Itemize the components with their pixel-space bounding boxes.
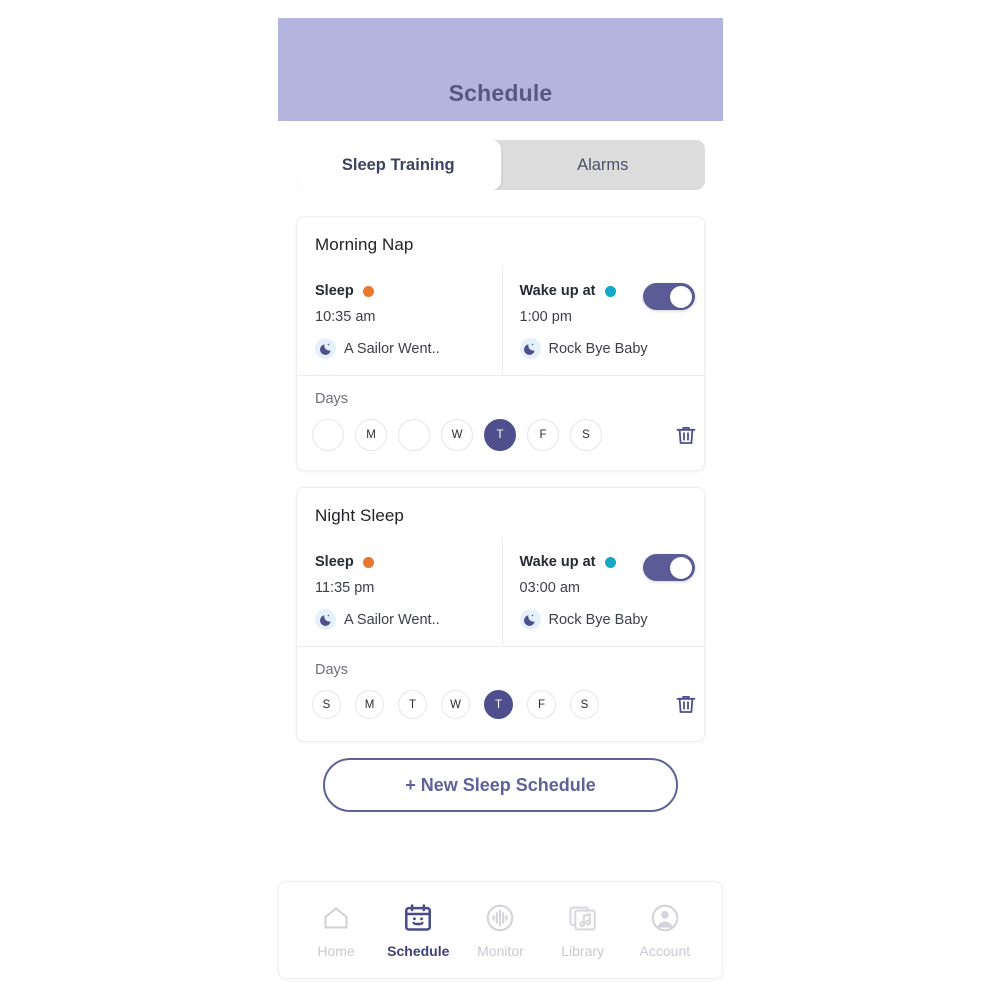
sleep-dot-icon [362, 556, 374, 568]
sleep-time[interactable]: 11:35 pm [315, 580, 502, 596]
nav-item-account[interactable]: Account [628, 901, 702, 959]
toggle-knob [670, 556, 692, 579]
sleep-column: Sleep 10:35 am A Sailor Went.. [297, 266, 502, 374]
sleep-time[interactable]: 10:35 am [315, 309, 502, 325]
sleep-column: Sleep 11:35 pm A Sailor Went.. [297, 537, 502, 645]
tab-sleep-training[interactable]: Sleep Training [296, 140, 501, 190]
days-label: Days [315, 391, 349, 407]
toggle-knob [670, 285, 692, 308]
moon-icon [315, 338, 336, 359]
day-toggle-3[interactable]: W [441, 419, 473, 451]
wake-time[interactable]: 03:00 am [520, 580, 707, 596]
wake-column: Wake up at 1:00 pm Rock Bye Baby [501, 266, 707, 374]
schedule-enable-toggle[interactable] [643, 554, 695, 581]
days-section: Days M W T F S [297, 375, 706, 471]
days-section: Days S M T W T F S [297, 646, 706, 742]
nav-label-monitor: Monitor [477, 943, 524, 959]
page-title: Schedule [448, 80, 553, 106]
sleep-label: Sleep [315, 554, 354, 570]
calendar-smiley-icon [402, 901, 434, 935]
nav-label-schedule: Schedule [387, 943, 450, 959]
moon-icon [315, 609, 336, 630]
schedule-times: Sleep 10:35 am A Sailor Went.. Wake up a… [297, 266, 706, 374]
nav-item-library[interactable]: Library [546, 901, 620, 959]
wake-column: Wake up at 03:00 am Rock Bye Baby [501, 537, 707, 645]
nav-label-library: Library [561, 943, 605, 959]
sleep-header: Sleep [315, 283, 502, 299]
nav-item-schedule[interactable]: Schedule [381, 901, 455, 959]
delete-schedule-button[interactable] [674, 423, 698, 448]
sleep-header: Sleep [315, 554, 502, 570]
schedule-times: Sleep 11:35 pm A Sailor Went.. Wake up a… [297, 537, 706, 645]
wake-sound[interactable]: Rock Bye Baby [519, 609, 707, 630]
wake-sound-label: Rock Bye Baby [548, 611, 648, 628]
day-toggle-6[interactable]: S [570, 690, 599, 719]
days-label: Days [315, 662, 349, 678]
days-row: S M T W T F S [312, 690, 706, 719]
schedule-title: Morning Nap [315, 235, 414, 254]
day-toggle-5[interactable]: F [527, 419, 559, 451]
wake-label: Wake up at [519, 283, 596, 299]
music-library-icon [567, 901, 599, 935]
account-circle-icon [649, 901, 681, 935]
wake-dot-icon [604, 285, 616, 297]
day-toggle-4[interactable]: T [484, 690, 513, 719]
home-icon [319, 901, 353, 935]
day-toggle-2[interactable]: T [398, 690, 427, 719]
day-toggle-1[interactable]: M [355, 690, 384, 719]
schedule-card: Morning Nap Sleep 10:35 am A Sailor Went… [296, 216, 706, 471]
segmented-tabs: Sleep Training Alarms [296, 140, 705, 190]
days-row: M W T F S [312, 419, 706, 451]
sleep-sound[interactable]: A Sailor Went.. [315, 609, 502, 630]
tab-alarms[interactable]: Alarms [501, 140, 706, 190]
nav-item-monitor[interactable]: Monitor [463, 901, 537, 959]
nav-label-account: Account [639, 943, 691, 959]
schedule-title: Night Sleep [315, 506, 404, 525]
waveform-circle-icon [484, 901, 516, 935]
day-toggle-4[interactable]: T [484, 419, 516, 451]
sleep-label: Sleep [315, 283, 354, 299]
bottom-navigation: Home Schedule Monitor Library Account [278, 881, 723, 979]
wake-dot-icon [604, 556, 616, 568]
wake-label: Wake up at [519, 554, 596, 570]
wake-sound[interactable]: Rock Bye Baby [519, 338, 707, 359]
new-sleep-schedule-button[interactable]: + New Sleep Schedule [323, 758, 678, 812]
day-toggle-0[interactable]: S [312, 690, 341, 719]
app-header: Schedule [278, 18, 723, 121]
delete-schedule-button[interactable] [674, 692, 698, 717]
sleep-dot-icon [362, 285, 374, 297]
day-toggle-5[interactable]: F [527, 690, 556, 719]
app-screen: Schedule Sleep Training Alarms Morning N… [278, 0, 723, 1000]
day-toggle-0[interactable] [312, 419, 344, 451]
schedule-enable-toggle[interactable] [643, 283, 695, 310]
nav-item-home[interactable]: Home [299, 901, 373, 959]
moon-icon [519, 609, 541, 630]
moon-icon [519, 338, 541, 359]
day-toggle-2[interactable] [398, 419, 430, 451]
day-toggle-1[interactable]: M [355, 419, 387, 451]
sleep-sound-label: A Sailor Went.. [344, 340, 440, 357]
wake-time[interactable]: 1:00 pm [520, 309, 707, 325]
day-toggle-6[interactable]: S [570, 419, 602, 451]
day-toggle-3[interactable]: W [441, 690, 470, 719]
nav-label-home: Home [317, 943, 355, 959]
sleep-sound[interactable]: A Sailor Went.. [315, 338, 502, 359]
sleep-sound-label: A Sailor Went.. [344, 611, 440, 628]
schedule-card: Night Sleep Sleep 11:35 pm A Sailor Went… [296, 487, 706, 742]
wake-sound-label: Rock Bye Baby [548, 340, 648, 357]
